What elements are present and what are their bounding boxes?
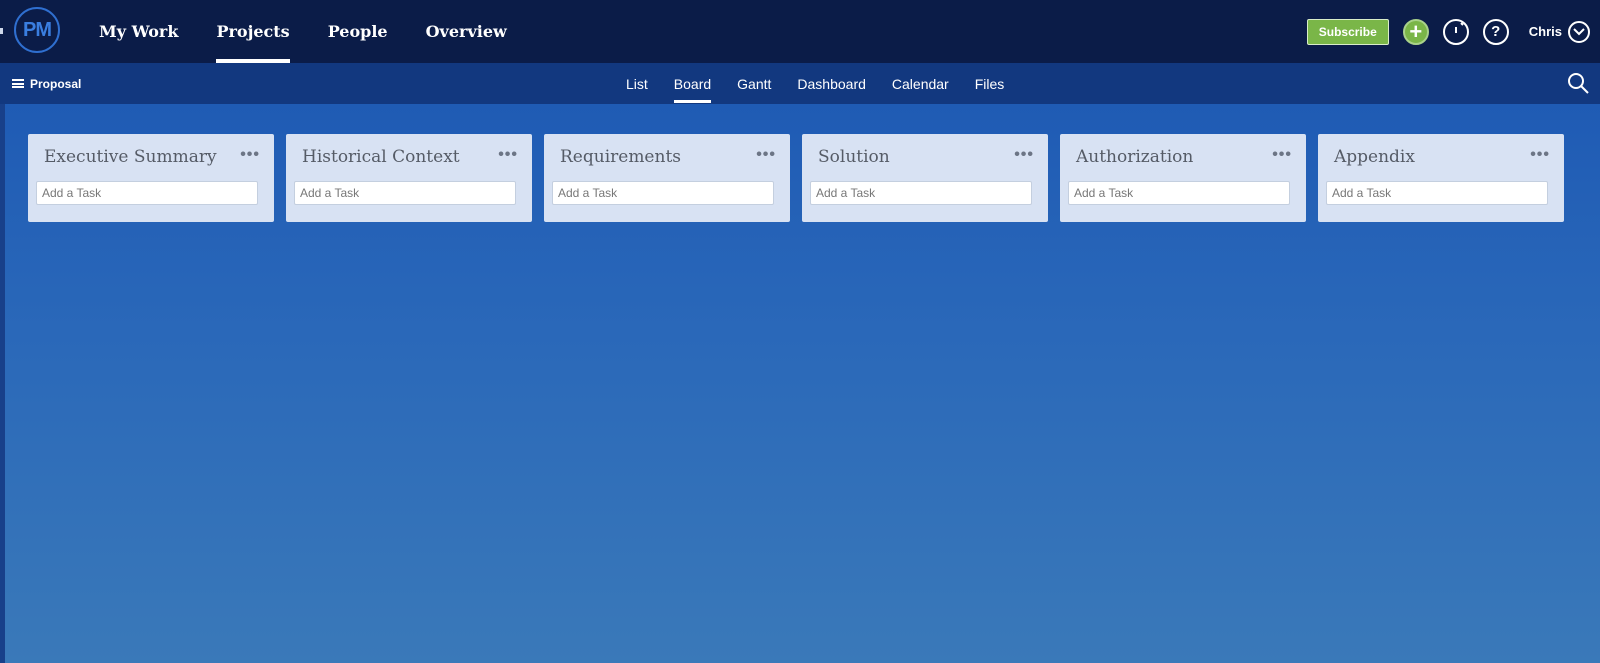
add-task-input[interactable] (294, 181, 516, 205)
left-collapsed-rail[interactable] (0, 104, 5, 663)
tab-calendar[interactable]: Calendar (892, 63, 949, 104)
search-icon[interactable] (1566, 71, 1590, 95)
top-navigation-bar: PM My Work Projects People Overview Subs… (0, 0, 1600, 63)
tab-list[interactable]: List (626, 63, 648, 104)
column-title[interactable]: Solution (818, 147, 890, 167)
add-task-input[interactable] (36, 181, 258, 205)
board-column: Authorization ••• (1060, 134, 1306, 222)
column-menu-icon[interactable]: ••• (1272, 146, 1292, 164)
nav-overview[interactable]: Overview (407, 0, 526, 63)
timer-icon[interactable] (1442, 18, 1469, 45)
column-title[interactable]: Executive Summary (44, 147, 217, 167)
board-column: Requirements ••• (544, 134, 790, 222)
add-task-input[interactable] (810, 181, 1032, 205)
plus-icon[interactable]: + (1402, 18, 1429, 45)
stopwatch-icon (1454, 21, 1464, 33)
nav-people[interactable]: People (309, 0, 407, 63)
nav-my-work[interactable]: My Work (80, 0, 197, 63)
view-tabs: List Board Gantt Dashboard Calendar File… (626, 63, 1030, 104)
nav-projects[interactable]: Projects (197, 0, 308, 63)
chevron-down-icon[interactable] (1568, 20, 1590, 43)
column-menu-icon[interactable]: ••• (240, 146, 260, 164)
column-title[interactable]: Appendix (1334, 147, 1415, 167)
column-menu-icon[interactable]: ••• (1530, 146, 1550, 164)
column-title[interactable]: Historical Context (302, 147, 460, 167)
help-icon[interactable]: ? (1482, 18, 1509, 45)
project-subnav-bar: Proposal List Board Gantt Dashboard Cale… (0, 63, 1600, 104)
add-task-input[interactable] (1326, 181, 1548, 205)
tab-files[interactable]: Files (975, 63, 1005, 104)
kanban-board: Executive Summary ••• Historical Context… (28, 134, 1576, 222)
board-column: Executive Summary ••• (28, 134, 274, 222)
project-name-label: Proposal (30, 76, 82, 91)
top-right-controls: Subscribe + ? Chris (1306, 0, 1590, 63)
tab-gantt[interactable]: Gantt (737, 63, 771, 104)
column-title[interactable]: Requirements (560, 147, 681, 167)
board-column: Solution ••• (802, 134, 1048, 222)
add-task-input[interactable] (552, 181, 774, 205)
project-menu[interactable]: Proposal (12, 63, 81, 104)
main-nav: My Work Projects People Overview (80, 0, 526, 63)
column-title[interactable]: Authorization (1076, 147, 1193, 167)
user-name[interactable]: Chris (1529, 24, 1562, 39)
board-column: Appendix ••• (1318, 134, 1564, 222)
subscribe-button[interactable]: Subscribe (1306, 18, 1389, 45)
pm-logo[interactable]: PM (14, 7, 60, 53)
board-column: Historical Context ••• (286, 134, 532, 222)
hamburger-icon[interactable] (12, 79, 24, 88)
tab-dashboard[interactable]: Dashboard (797, 63, 866, 104)
column-menu-icon[interactable]: ••• (756, 146, 776, 164)
tab-board[interactable]: Board (673, 63, 712, 104)
add-task-input[interactable] (1068, 181, 1290, 205)
column-menu-icon[interactable]: ••• (1014, 146, 1034, 164)
column-menu-icon[interactable]: ••• (498, 146, 518, 164)
left-edge-marker (0, 28, 3, 34)
